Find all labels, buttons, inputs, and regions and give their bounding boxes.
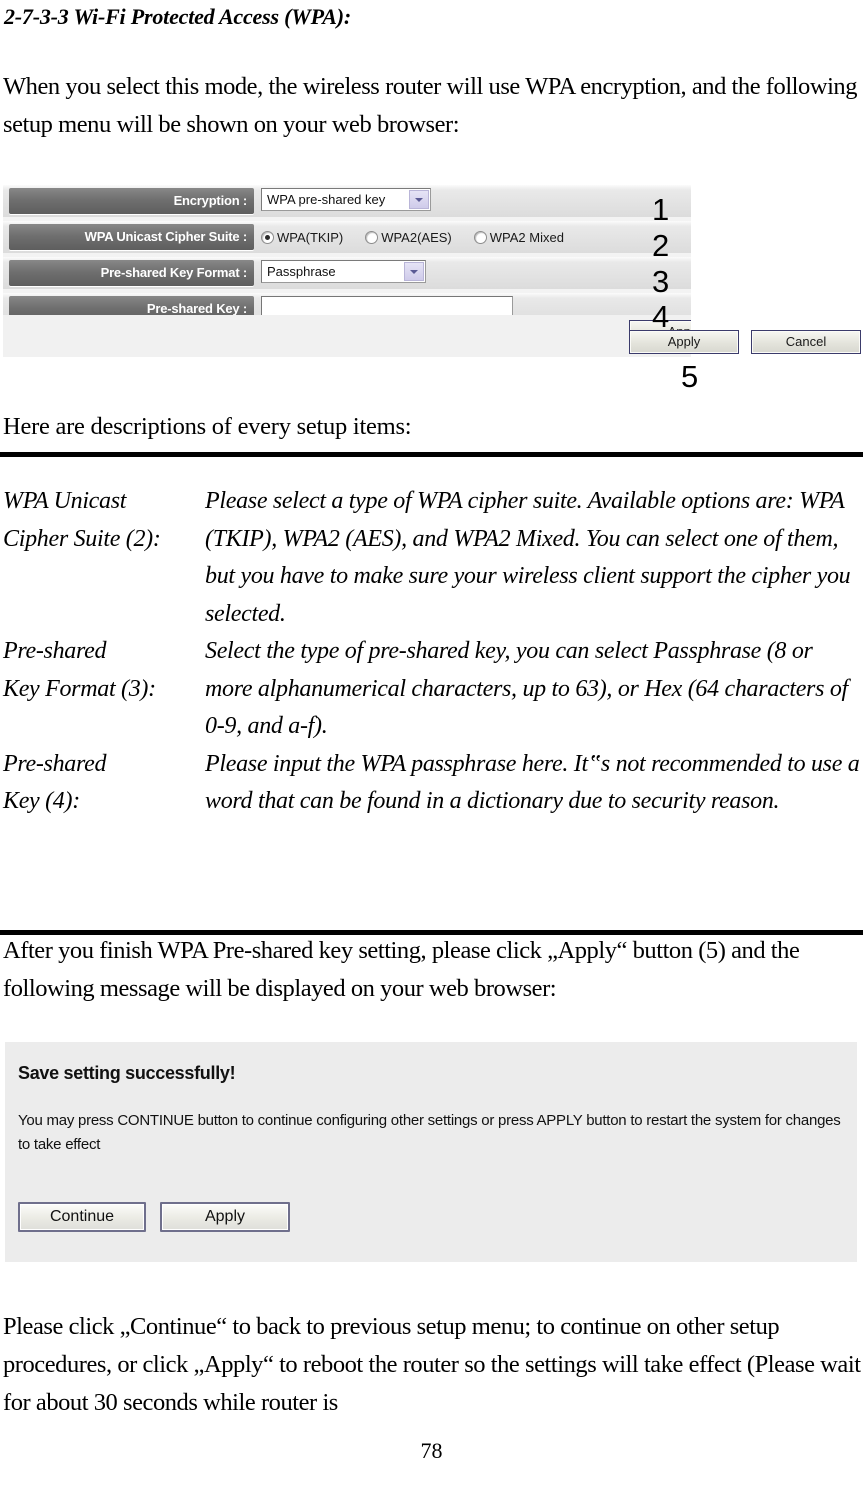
descriptions-lead: Here are descriptions of every setup ite… — [3, 413, 412, 440]
description-term-line1: Pre-shared — [3, 638, 107, 664]
description-row: Pre-shared Key (4): Please input the WPA… — [3, 746, 860, 821]
cipher-suite-radio-group: WPA(TKIP) WPA2(AES) WPA2 Mixed — [261, 224, 586, 250]
encryption-select[interactable]: WPA pre-shared key — [261, 188, 431, 211]
callout-1: 1 — [652, 192, 670, 227]
label-cipher-suite: WPA Unicast Cipher Suite : — [9, 224, 254, 250]
chevron-down-icon[interactable] — [409, 190, 429, 209]
callout-4: 4 — [652, 299, 670, 334]
message-body: You may press CONTINUE button to continu… — [18, 1112, 841, 1153]
radio-wpa-tkip-label: WPA(TKIP) — [277, 229, 344, 245]
key-format-select-value: Passphrase — [267, 264, 336, 279]
description-term-line1: WPA Unicast — [3, 488, 127, 514]
description-definition: Please input the WPA passphrase here. It… — [205, 750, 860, 815]
field-encryption: WPA pre-shared key — [261, 188, 431, 214]
radio-wpa-tkip[interactable]: WPA(TKIP) — [261, 230, 343, 245]
table-rule-top — [0, 452, 863, 457]
description-definition: Select the type of pre-shared key, you c… — [205, 638, 848, 739]
field-cipher-suite: WPA(TKIP) WPA2(AES) WPA2 Mixed — [261, 224, 586, 250]
after-apply-paragraph: After you finish WPA Pre-shared key sett… — [3, 937, 800, 1002]
key-format-select[interactable]: Passphrase — [261, 260, 426, 283]
description-term-line2: Cipher Suite (2): — [3, 525, 161, 552]
radio-wpa2-mixed-label: WPA2 Mixed — [489, 229, 564, 245]
cancel-button-overlay[interactable]: Cancel — [751, 330, 861, 354]
description-row: WPA Unicast Cipher Suite (2): Please sel… — [3, 483, 860, 633]
description-term: Pre-shared Key Format (3): — [3, 633, 205, 746]
apply-button-overlay[interactable]: Apply — [629, 330, 739, 354]
field-key-format: Passphrase — [261, 260, 426, 286]
callout-5: 5 — [681, 359, 699, 394]
radio-dot-icon[interactable] — [473, 230, 487, 244]
intro-paragraph: When you select this mode, the wireless … — [3, 73, 858, 138]
form-row-encryption: Encryption : WPA pre-shared key — [3, 185, 691, 217]
description-definition: Please select a type of WPA cipher suite… — [205, 488, 851, 627]
form-row-cipher-suite: WPA Unicast Cipher Suite : WPA(TKIP) WPA… — [3, 221, 691, 253]
label-encryption: Encryption : — [9, 188, 254, 214]
label-key-format: Pre-shared Key Format : — [9, 260, 254, 286]
page-number: 78 — [420, 1438, 443, 1463]
message-title: Save setting successfully! — [18, 1063, 236, 1083]
description-term-line2: Key Format (3): — [3, 675, 156, 702]
callout-2: 2 — [652, 228, 670, 263]
closing-paragraph: Please click „Continue“ to back to previ… — [3, 1313, 861, 1416]
radio-wpa2-aes[interactable]: WPA2(AES) — [365, 230, 452, 245]
description-row: Pre-shared Key Format (3): Select the ty… — [3, 633, 860, 746]
callout-3: 3 — [652, 264, 670, 299]
description-term-line2: Key (4): — [3, 788, 80, 814]
setup-item-descriptions: WPA Unicast Cipher Suite (2): Please sel… — [3, 483, 860, 821]
save-setting-message-box: Save setting successfully! You may press… — [5, 1042, 857, 1262]
encryption-select-value: WPA pre-shared key — [267, 192, 386, 207]
message-apply-button[interactable]: Apply — [160, 1202, 290, 1232]
radio-dot-icon[interactable] — [365, 230, 379, 244]
form-button-bar: Apply Cancel — [3, 315, 691, 357]
router-setup-screenshot: Encryption : WPA pre-shared key WPA Unic… — [3, 185, 691, 357]
description-term-line1: Pre-shared — [3, 750, 107, 777]
radio-wpa2-mixed[interactable]: WPA2 Mixed — [473, 229, 564, 245]
form-row-key-format: Pre-shared Key Format : Passphrase — [3, 257, 691, 289]
continue-button[interactable]: Continue — [18, 1202, 146, 1232]
section-heading: 2-7-3-3 Wi-Fi Protected Access (WPA): — [4, 4, 351, 29]
radio-dot-icon[interactable] — [261, 230, 274, 244]
description-term: Pre-shared Key (4): — [3, 746, 205, 821]
radio-wpa2-aes-label: WPA2(AES) — [381, 229, 452, 245]
description-term: WPA Unicast Cipher Suite (2): — [3, 483, 205, 633]
chevron-down-icon[interactable] — [404, 262, 424, 281]
